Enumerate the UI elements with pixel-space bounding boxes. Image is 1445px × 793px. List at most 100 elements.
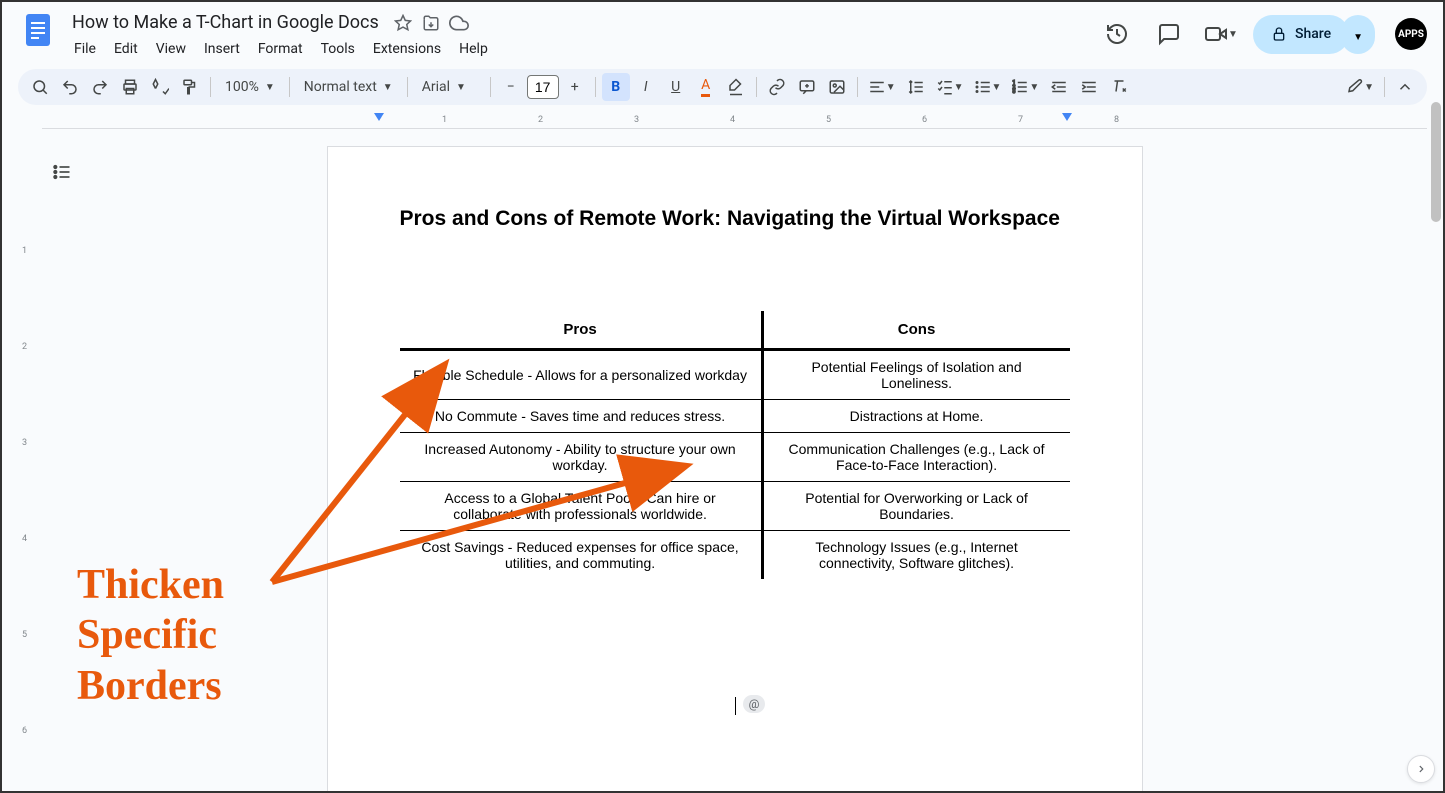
cloud-status-icon[interactable] [449, 13, 469, 33]
print-button[interactable] [116, 73, 144, 101]
font-size-control: − + [497, 73, 589, 101]
highlight-button[interactable] [722, 73, 750, 101]
right-margin-marker[interactable] [1062, 113, 1072, 121]
bullet-list-button[interactable]: ▼ [970, 73, 1006, 101]
header-cons[interactable]: Cons [762, 311, 1069, 350]
horizontal-ruler[interactable]: 1 2 3 4 5 6 7 8 [42, 113, 1427, 129]
ruler-tick: 4 [22, 534, 27, 544]
header-right: ▼ Share ▼ APPS [1097, 10, 1427, 54]
cell-pro[interactable]: Flexible Schedule - Allows for a persona… [400, 350, 763, 400]
insert-link-button[interactable] [763, 73, 791, 101]
ruler-tick: 3 [634, 115, 639, 125]
comment-icon[interactable] [1149, 14, 1189, 54]
font-size-increase[interactable]: + [561, 73, 589, 101]
clear-formatting-button[interactable] [1105, 73, 1133, 101]
search-icon[interactable] [26, 73, 54, 101]
left-margin-marker[interactable] [374, 113, 384, 121]
document-heading[interactable]: Pros and Cons of Remote Work: Navigating… [400, 207, 1070, 231]
ruler-tick: 2 [22, 342, 27, 352]
menu-help[interactable]: Help [451, 37, 496, 61]
paint-format-button[interactable] [176, 73, 204, 101]
chevron-down-icon: ▼ [265, 82, 275, 93]
outline-toggle-button[interactable] [46, 156, 78, 188]
vertical-ruler[interactable]: 1 2 3 4 5 6 [18, 142, 34, 791]
add-comment-button[interactable] [793, 73, 821, 101]
paragraph-style-select[interactable]: Normal text▼ [296, 73, 401, 101]
share-dropdown[interactable]: ▼ [1341, 15, 1375, 54]
numbered-list-button[interactable]: 123▼ [1007, 73, 1043, 101]
chevron-down-icon: ▼ [1353, 32, 1363, 43]
increase-indent-button[interactable] [1075, 73, 1103, 101]
document-container[interactable]: Pros and Cons of Remote Work: Navigating… [42, 138, 1427, 791]
share-button[interactable]: Share [1253, 15, 1349, 54]
table-row[interactable]: Access to a Global Talent Pool - Can hir… [400, 482, 1070, 531]
separator [595, 77, 596, 97]
menu-tools[interactable]: Tools [313, 37, 363, 61]
document-title[interactable]: How to Make a T-Chart in Google Docs [66, 10, 385, 35]
header-pros[interactable]: Pros [400, 311, 763, 350]
font-select[interactable]: Arial▼ [414, 73, 484, 101]
t-chart-table[interactable]: Pros Cons Flexible Schedule - Allows for… [400, 311, 1070, 579]
font-size-input[interactable] [527, 75, 559, 99]
cell-con[interactable]: Potential for Overworking or Lack of Bou… [762, 482, 1069, 531]
zoom-select[interactable]: 100%▼ [217, 73, 283, 101]
chevron-down-icon: ▼ [1029, 82, 1039, 93]
menu-insert[interactable]: Insert [196, 37, 248, 61]
checklist-button[interactable]: ▼ [932, 73, 968, 101]
redo-button[interactable] [86, 73, 114, 101]
menu-format[interactable]: Format [250, 37, 311, 61]
collapse-toolbar-button[interactable] [1391, 73, 1419, 101]
cell-con[interactable]: Communication Challenges (e.g., Lack of … [762, 433, 1069, 482]
cell-con[interactable]: Distractions at Home. [762, 400, 1069, 433]
line-spacing-button[interactable] [902, 73, 930, 101]
cell-pro[interactable]: Access to a Global Talent Pool - Can hir… [400, 482, 763, 531]
ruler-tick: 8 [1114, 115, 1119, 125]
menu-view[interactable]: View [148, 37, 194, 61]
italic-button[interactable]: I [632, 73, 660, 101]
align-button[interactable]: ▼ [864, 73, 900, 101]
cell-con[interactable]: Technology Issues (e.g., Internet connec… [762, 531, 1069, 580]
vertical-scrollbar[interactable] [1431, 102, 1441, 222]
decrease-indent-button[interactable] [1045, 73, 1073, 101]
at-mention-hint[interactable]: @ [743, 695, 766, 713]
ruler-tick: 7 [1018, 115, 1023, 125]
font-size-decrease[interactable]: − [497, 73, 525, 101]
move-icon[interactable] [421, 13, 441, 33]
star-icon[interactable] [393, 13, 413, 33]
menu-extensions[interactable]: Extensions [365, 37, 449, 61]
cell-con[interactable]: Potential Feelings of Isolation and Lone… [762, 350, 1069, 400]
docs-logo[interactable] [18, 10, 58, 50]
bold-button[interactable]: B [602, 73, 630, 101]
text-cursor [735, 697, 736, 715]
menu-file[interactable]: File [66, 37, 104, 61]
explore-button[interactable] [1407, 755, 1435, 783]
table-row[interactable]: Increased Autonomy - Ability to structur… [400, 433, 1070, 482]
history-icon[interactable] [1097, 14, 1137, 54]
cell-pro[interactable]: Increased Autonomy - Ability to structur… [400, 433, 763, 482]
meet-icon[interactable]: ▼ [1201, 14, 1241, 54]
table-header-row[interactable]: Pros Cons [400, 311, 1070, 350]
chevron-down-icon: ▼ [954, 82, 964, 93]
separator [407, 77, 408, 97]
avatar[interactable]: APPS [1395, 18, 1427, 50]
undo-button[interactable] [56, 73, 84, 101]
page[interactable]: Pros and Cons of Remote Work: Navigating… [327, 146, 1143, 791]
share-label: Share [1295, 26, 1331, 42]
underline-button[interactable]: U [662, 73, 690, 101]
chevron-down-icon: ▼ [1364, 82, 1374, 93]
menu-edit[interactable]: Edit [106, 37, 146, 61]
separator [1384, 77, 1385, 97]
text-color-button[interactable]: A [692, 73, 720, 101]
table-row[interactable]: No Commute - Saves time and reduces stre… [400, 400, 1070, 433]
ruler-tick: 1 [22, 246, 27, 256]
cell-pro[interactable]: No Commute - Saves time and reduces stre… [400, 400, 763, 433]
insert-image-button[interactable] [823, 73, 851, 101]
table-row[interactable]: Flexible Schedule - Allows for a persona… [400, 350, 1070, 400]
editing-mode-button[interactable]: ▼ [1342, 73, 1378, 101]
spellcheck-button[interactable] [146, 73, 174, 101]
table-row[interactable]: Cost Savings - Reduced expenses for offi… [400, 531, 1070, 580]
separator [756, 77, 757, 97]
cell-pro[interactable]: Cost Savings - Reduced expenses for offi… [400, 531, 763, 580]
separator [289, 77, 290, 97]
ruler-tick: 6 [22, 726, 27, 736]
